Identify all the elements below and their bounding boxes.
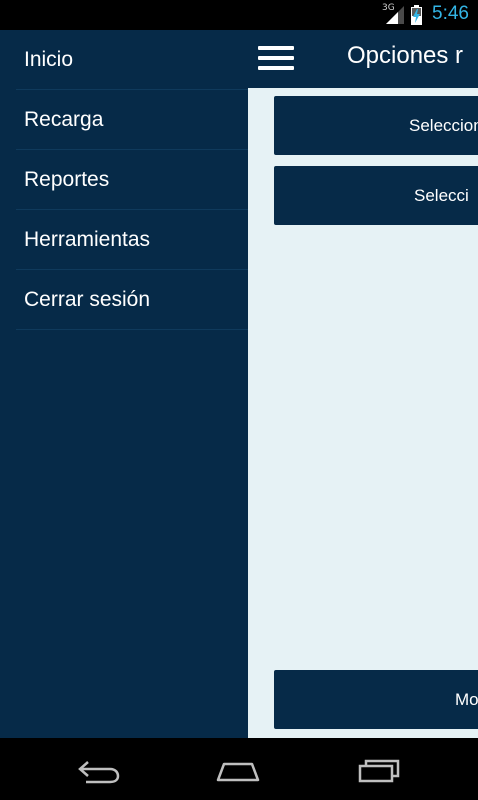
recent-apps-icon[interactable]: [356, 756, 402, 784]
drawer-item-recarga[interactable]: Recarga: [16, 90, 248, 150]
home-icon[interactable]: [215, 756, 261, 784]
drawer-item-label: Recarga: [24, 108, 104, 131]
system-navigation-bar: [0, 738, 478, 800]
bottom-action-button[interactable]: Mo: [274, 670, 478, 729]
drawer-item-label: Cerrar sesión: [24, 288, 151, 311]
back-icon[interactable]: [76, 756, 122, 784]
drawer-item-herramientas[interactable]: Herramientas: [16, 210, 248, 270]
drawer-item-label: Herramientas: [24, 228, 151, 251]
page-title: Opciones r: [347, 42, 464, 69]
drawer-item-inicio[interactable]: Inicio: [16, 30, 248, 90]
hamburger-menu-icon[interactable]: [258, 46, 294, 72]
select-type-button[interactable]: Seleccionar ti: [274, 96, 478, 155]
drawer-item-label: Reportes: [24, 168, 110, 191]
drawer-item-reportes[interactable]: Reportes: [16, 150, 248, 210]
screen: 3G 5:46 Opciones r Seleccionar ti Selecc…: [0, 0, 478, 800]
content-clip: Opciones r Seleccionar ti Selecci Mo Ini…: [0, 0, 478, 800]
drawer-item-cerrar-sesion[interactable]: Cerrar sesión: [16, 270, 248, 330]
drawer-item-label: Inicio: [24, 48, 74, 71]
navigation-drawer: Inicio Recarga Reportes Herramientas Cer…: [0, 30, 248, 738]
select-button[interactable]: Selecci: [274, 166, 478, 225]
